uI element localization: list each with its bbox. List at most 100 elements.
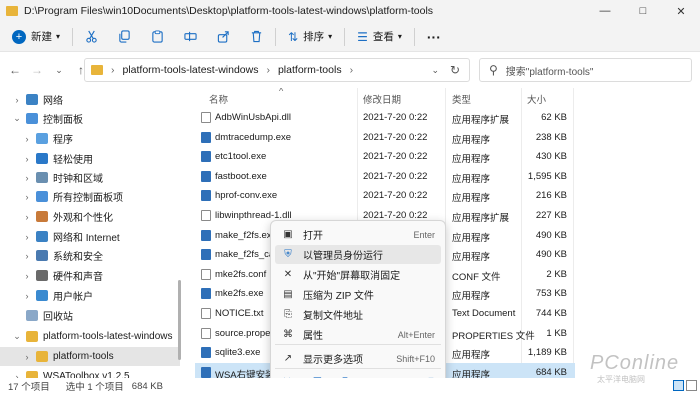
new-button[interactable]: + 新建 ▾ — [6, 25, 66, 49]
breadcrumb-separator: › — [266, 64, 270, 76]
file-type: Text Document — [452, 308, 516, 319]
expand-chevron-icon[interactable]: › — [22, 154, 32, 164]
file-size: 1 KB — [546, 327, 567, 339]
file-type: CONF 文件 — [452, 271, 501, 283]
cut-button[interactable] — [79, 25, 104, 49]
chevron-down-icon: ▾ — [328, 32, 333, 41]
sidebar-item-icon — [36, 290, 48, 301]
expand-chevron-icon[interactable]: › — [22, 251, 32, 261]
search-icon: ⚲ — [489, 63, 498, 77]
forward-button[interactable]: → — [26, 59, 48, 81]
exe-file-icon — [201, 170, 211, 182]
sidebar-item-label: 控制面板 — [43, 115, 83, 126]
expand-chevron-icon[interactable]: › — [22, 352, 32, 362]
more-button[interactable]: ··· — [421, 25, 447, 49]
expand-chevron-icon[interactable]: › — [22, 232, 32, 242]
maximize-button[interactable]: □ — [624, 0, 662, 22]
sidebar-item[interactable]: › 外观和个性化 — [0, 207, 180, 226]
sort-button[interactable]: ⇅ 排序 ▾ — [282, 25, 338, 49]
sidebar-item[interactable]: › 用户帐户 — [0, 286, 180, 305]
sidebar-scrollbar[interactable] — [178, 90, 181, 376]
sidebar-item[interactable]: 回收站 — [0, 306, 180, 325]
expand-chevron-icon[interactable]: ⌄ — [12, 113, 22, 124]
column-header-size[interactable]: 大小 — [527, 92, 546, 106]
file-row[interactable]: AdbWinUsbApi.dll 2021-7-20 0:22 应用程序扩展 62 K… — [195, 108, 575, 127]
file-date: 2021-7-20 0:22 — [363, 112, 428, 123]
expand-chevron-icon[interactable]: › — [22, 291, 32, 301]
expand-chevron-icon[interactable]: › — [22, 134, 32, 144]
context-menu-item[interactable]: ✕ 从"开始"屏幕取消固定 — [275, 265, 441, 284]
sidebar-item[interactable]: › 所有控制面板项 — [0, 187, 180, 206]
menu-divider — [275, 368, 441, 369]
paste-button[interactable] — [145, 25, 170, 49]
file-size: 753 KB — [535, 288, 567, 300]
sidebar-item[interactable]: › 硬件和声音 — [0, 266, 180, 285]
rename-button[interactable] — [178, 25, 203, 49]
rename-icon — [184, 31, 197, 42]
context-menu-item[interactable]: ▣ 打开 Enter — [275, 225, 441, 244]
sidebar-item-label: 外观和个性化 — [53, 213, 113, 224]
breadcrumb-item[interactable]: platform-tools — [278, 64, 342, 76]
exe-file-icon — [201, 366, 211, 378]
breadcrumb-separator: › — [349, 64, 354, 76]
file-row[interactable]: etc1tool.exe 2021-7-20 0:22 应用程序 430 KB — [195, 147, 575, 166]
sidebar-item[interactable]: › 时钟和区域 — [0, 168, 180, 187]
file-size: 1,595 KB — [527, 170, 567, 182]
context-menu-item[interactable]: ⛨ 以管理员身份运行 — [275, 245, 441, 264]
tiles-view-toggle[interactable] — [686, 380, 697, 391]
file-row[interactable]: hprof-conv.exe 2021-7-20 0:22 应用程序 216 KB — [195, 186, 575, 205]
zip-icon: ▤ — [283, 289, 293, 300]
address-dropdown-icon[interactable]: ⌄ — [431, 65, 439, 76]
context-menu-label: 从"开始"屏幕取消固定 — [303, 271, 401, 282]
column-header-name[interactable]: 名称 — [209, 92, 228, 106]
sidebar-item-label: 回收站 — [43, 312, 73, 323]
file-size: 2 KB — [546, 268, 567, 280]
minimize-button[interactable]: — — [586, 0, 624, 22]
expand-chevron-icon[interactable]: › — [22, 192, 32, 202]
context-menu-item[interactable]: ⎘ 复制文件地址 — [275, 305, 441, 324]
file-date: 2021-7-20 0:22 — [363, 131, 428, 143]
file-size: 62 KB — [541, 112, 567, 123]
sidebar-item[interactable]: › 系统和安全 — [0, 246, 180, 265]
file-size: 744 KB — [535, 308, 567, 319]
sidebar-item[interactable]: › 程序 — [0, 129, 180, 148]
history-dropdown-button[interactable]: ⌄ — [48, 59, 70, 81]
expand-chevron-icon[interactable]: ⌄ — [12, 331, 22, 342]
shortcut-key: Shift+F10 — [396, 353, 435, 364]
sidebar-item[interactable]: › 网络 — [0, 90, 180, 109]
expand-chevron-icon[interactable]: › — [22, 212, 32, 222]
sidebar-item[interactable]: › platform-tools — [0, 347, 180, 366]
copy-button[interactable] — [112, 25, 137, 49]
view-button[interactable]: ☰ 查看 ▾ — [351, 25, 408, 49]
back-button[interactable]: ← — [4, 59, 26, 81]
file-name: mke2fs.conf — [215, 268, 267, 280]
search-input[interactable]: ⚲ 搜索"platform-tools" — [479, 58, 692, 82]
sidebar-item[interactable]: › 轻松使用 — [0, 149, 180, 168]
close-button[interactable]: ✕ — [662, 0, 700, 22]
expand-chevron-icon[interactable]: › — [22, 271, 32, 281]
sidebar-item[interactable]: › 网络和 Internet — [0, 227, 180, 246]
file-row[interactable]: fastboot.exe 2021-7-20 0:22 应用程序 1,595 KB — [195, 167, 575, 186]
delete-button[interactable] — [244, 25, 269, 49]
sidebar-item-label: 网络和 Internet — [53, 233, 120, 244]
sidebar-item[interactable]: ⌄ 控制面板 — [0, 109, 180, 128]
file-row[interactable]: dmtracedump.exe 2021-7-20 0:22 应用程序 238 KB — [195, 128, 575, 147]
expand-chevron-icon[interactable]: › — [12, 95, 22, 105]
sidebar-item-label: 硬件和声音 — [53, 272, 103, 283]
column-header-type[interactable]: 类型 — [452, 92, 471, 106]
context-menu-item[interactable]: ⌘ 属性 Alt+Enter — [275, 325, 441, 344]
sort-arrow-icon: ^ — [279, 88, 284, 96]
column-header-date[interactable]: 修改日期 — [363, 92, 401, 106]
details-view-toggle[interactable] — [673, 380, 684, 391]
menu-divider — [275, 344, 441, 345]
breadcrumb-item[interactable]: platform-tools-latest-windows — [123, 64, 259, 76]
context-menu-item[interactable]: ↗ 显示更多选项 Shift+F10 — [275, 349, 441, 368]
context-menu-item[interactable]: ▤ 压缩为 ZIP 文件 — [275, 285, 441, 304]
refresh-icon[interactable]: ↻ — [450, 63, 460, 77]
file-explorer-window: D:\Program Files\win10Documents\Desktop\… — [0, 0, 700, 394]
address-bar[interactable]: › platform-tools-latest-windows › platfo… — [84, 58, 470, 82]
share-button[interactable] — [211, 25, 236, 49]
context-menu-label: 属性 — [303, 331, 323, 342]
expand-chevron-icon[interactable]: › — [22, 173, 32, 183]
sidebar-item[interactable]: ⌄ platform-tools-latest-windows — [0, 327, 180, 346]
